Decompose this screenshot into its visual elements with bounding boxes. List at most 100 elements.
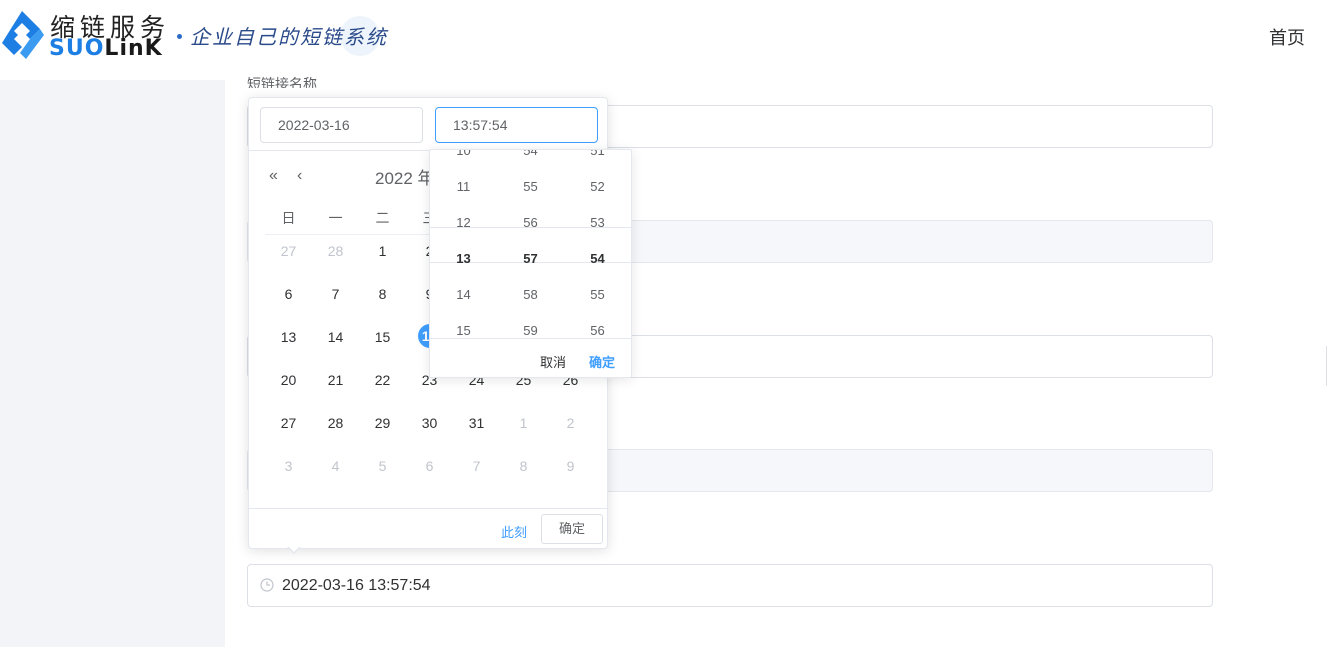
calendar-day-label: 8 <box>519 458 528 474</box>
calendar-day[interactable]: 6 <box>406 458 453 474</box>
prev-year-button[interactable]: « <box>269 168 278 184</box>
datetime-input-value: 2022-03-16 13:57:54 <box>282 577 431 594</box>
calendar-day-label: 20 <box>280 372 297 388</box>
clock-icon <box>260 578 274 592</box>
calendar-day[interactable]: 13 <box>265 329 312 345</box>
logo-slogan: 企业自己的短链系统 <box>190 25 388 49</box>
calendar-day-label: 27 <box>280 243 297 259</box>
calendar-day-label: 7 <box>331 286 340 302</box>
minute-item[interactable]: 54 <box>497 150 564 158</box>
datetime-input[interactable]: 2022-03-16 13:57:54 <box>247 564 1213 607</box>
sidebar <box>0 80 225 647</box>
calendar-day-label: 2 <box>566 415 575 431</box>
calendar-day[interactable]: 28 <box>312 243 359 259</box>
logo-text-en-2: LinK <box>104 36 163 61</box>
calendar-day[interactable]: 8 <box>359 286 406 302</box>
hour-item[interactable]: 13 <box>430 251 497 266</box>
hour-item[interactable]: 15 <box>430 323 497 338</box>
calendar-day[interactable]: 1 <box>500 415 547 431</box>
second-item[interactable]: 51 <box>564 150 631 158</box>
calendar-day[interactable]: 5 <box>359 458 406 474</box>
logo-mark-icon <box>2 11 44 59</box>
header: 缩链服务 SUOLinK 企业自己的短链系统 首页 <box>0 0 1329 80</box>
second-item[interactable]: 53 <box>564 215 631 230</box>
hour-item[interactable]: 10 <box>430 150 497 158</box>
minute-item[interactable]: 59 <box>497 323 564 338</box>
calendar-day[interactable]: 21 <box>312 372 359 388</box>
calendar-day-label: 8 <box>378 286 387 302</box>
hour-item[interactable]: 11 <box>430 179 497 194</box>
calendar-day[interactable]: 9 <box>547 458 594 474</box>
calendar-day-label: 27 <box>280 415 297 431</box>
calendar-title[interactable]: 2022 年 <box>375 164 435 189</box>
calendar-day[interactable]: 20 <box>265 372 312 388</box>
calendar-day-label: 13 <box>280 329 297 345</box>
calendar-day-label: 29 <box>374 415 391 431</box>
time-confirm-button[interactable]: 确定 <box>589 352 615 371</box>
calendar-day[interactable]: 29 <box>359 415 406 431</box>
calendar-day[interactable]: 27 <box>265 243 312 259</box>
calendar-day-label: 3 <box>284 458 293 474</box>
now-button[interactable]: 此刻 <box>501 522 527 541</box>
calendar-day-label: 1 <box>378 243 387 259</box>
nav-home-link[interactable]: 首页 <box>1269 24 1305 50</box>
calendar-day-label: 7 <box>472 458 481 474</box>
weekday-label: 日 <box>281 210 296 226</box>
picker-time-input[interactable]: 13:57:54 <box>435 107 598 143</box>
calendar-day-label: 1 <box>519 415 528 431</box>
calendar-day-label: 6 <box>425 458 434 474</box>
picker-arrow <box>287 546 301 554</box>
calendar-day[interactable]: 3 <box>265 458 312 474</box>
calendar-day-label: 6 <box>284 286 293 302</box>
calendar-day[interactable]: 4 <box>312 458 359 474</box>
hour-item[interactable]: 12 <box>430 215 497 230</box>
calendar-day[interactable]: 14 <box>312 329 359 345</box>
calendar-day[interactable]: 1 <box>359 243 406 259</box>
minute-item[interactable]: 57 <box>497 251 564 266</box>
calendar-day[interactable]: 8 <box>500 458 547 474</box>
calendar-day-label: 30 <box>421 415 438 431</box>
calendar-day[interactable]: 7 <box>453 458 500 474</box>
calendar-day-label: 31 <box>468 415 485 431</box>
calendar-day[interactable]: 2 <box>547 415 594 431</box>
calendar-day-label: 21 <box>327 372 344 388</box>
calendar-day[interactable]: 15 <box>359 329 406 345</box>
second-item[interactable]: 56 <box>564 323 631 338</box>
picker-date-input[interactable]: 2022-03-16 <box>260 107 423 143</box>
prev-month-button[interactable]: ‹ <box>297 168 302 184</box>
calendar-day-label: 14 <box>327 329 344 345</box>
time-spinner-panel: 10 11 12 13 14 15 54 55 56 57 58 59 51 52 53 54 55 56 取… <box>429 149 632 378</box>
minute-item[interactable]: 56 <box>497 215 564 230</box>
picker-footer: 此刻 确定 <box>249 508 607 550</box>
calendar-day-label: 4 <box>331 458 340 474</box>
calendar-day-label: 15 <box>374 329 391 345</box>
second-item[interactable]: 52 <box>564 179 631 194</box>
calendar-day[interactable]: 28 <box>312 415 359 431</box>
calendar-day-label: 22 <box>374 372 391 388</box>
field-label-short-link-name: 短链接名称 <box>247 76 317 88</box>
time-spinner-footer: 取消 确定 <box>430 338 631 377</box>
calendar-day[interactable]: 6 <box>265 286 312 302</box>
weekday-label: 一 <box>328 210 343 226</box>
picker-input-row: 2022-03-16 13:57:54 <box>249 98 607 151</box>
minute-item[interactable]: 55 <box>497 179 564 194</box>
logo-text-en-1: SUO <box>49 36 105 61</box>
minute-item[interactable]: 58 <box>497 287 564 302</box>
calendar-day[interactable]: 31 <box>453 415 500 431</box>
calendar-day-label: 28 <box>327 415 344 431</box>
logo-text-en: SUOLinK <box>49 36 163 61</box>
calendar-day-label: 9 <box>566 458 575 474</box>
calendar-day[interactable]: 27 <box>265 415 312 431</box>
second-item[interactable]: 55 <box>564 287 631 302</box>
calendar-day[interactable]: 22 <box>359 372 406 388</box>
calendar-day[interactable]: 30 <box>406 415 453 431</box>
time-cancel-button[interactable]: 取消 <box>540 352 566 371</box>
logo-dot <box>177 34 182 39</box>
calendar-day-label: 5 <box>378 458 387 474</box>
time-spinner: 10 11 12 13 14 15 54 55 56 57 58 59 51 52 53 54 55 56 <box>430 150 631 338</box>
picker-confirm-button[interactable]: 确定 <box>541 514 603 544</box>
weekday-label: 二 <box>375 210 390 226</box>
hour-item[interactable]: 14 <box>430 287 497 302</box>
calendar-day[interactable]: 7 <box>312 286 359 302</box>
second-item[interactable]: 54 <box>564 251 631 266</box>
